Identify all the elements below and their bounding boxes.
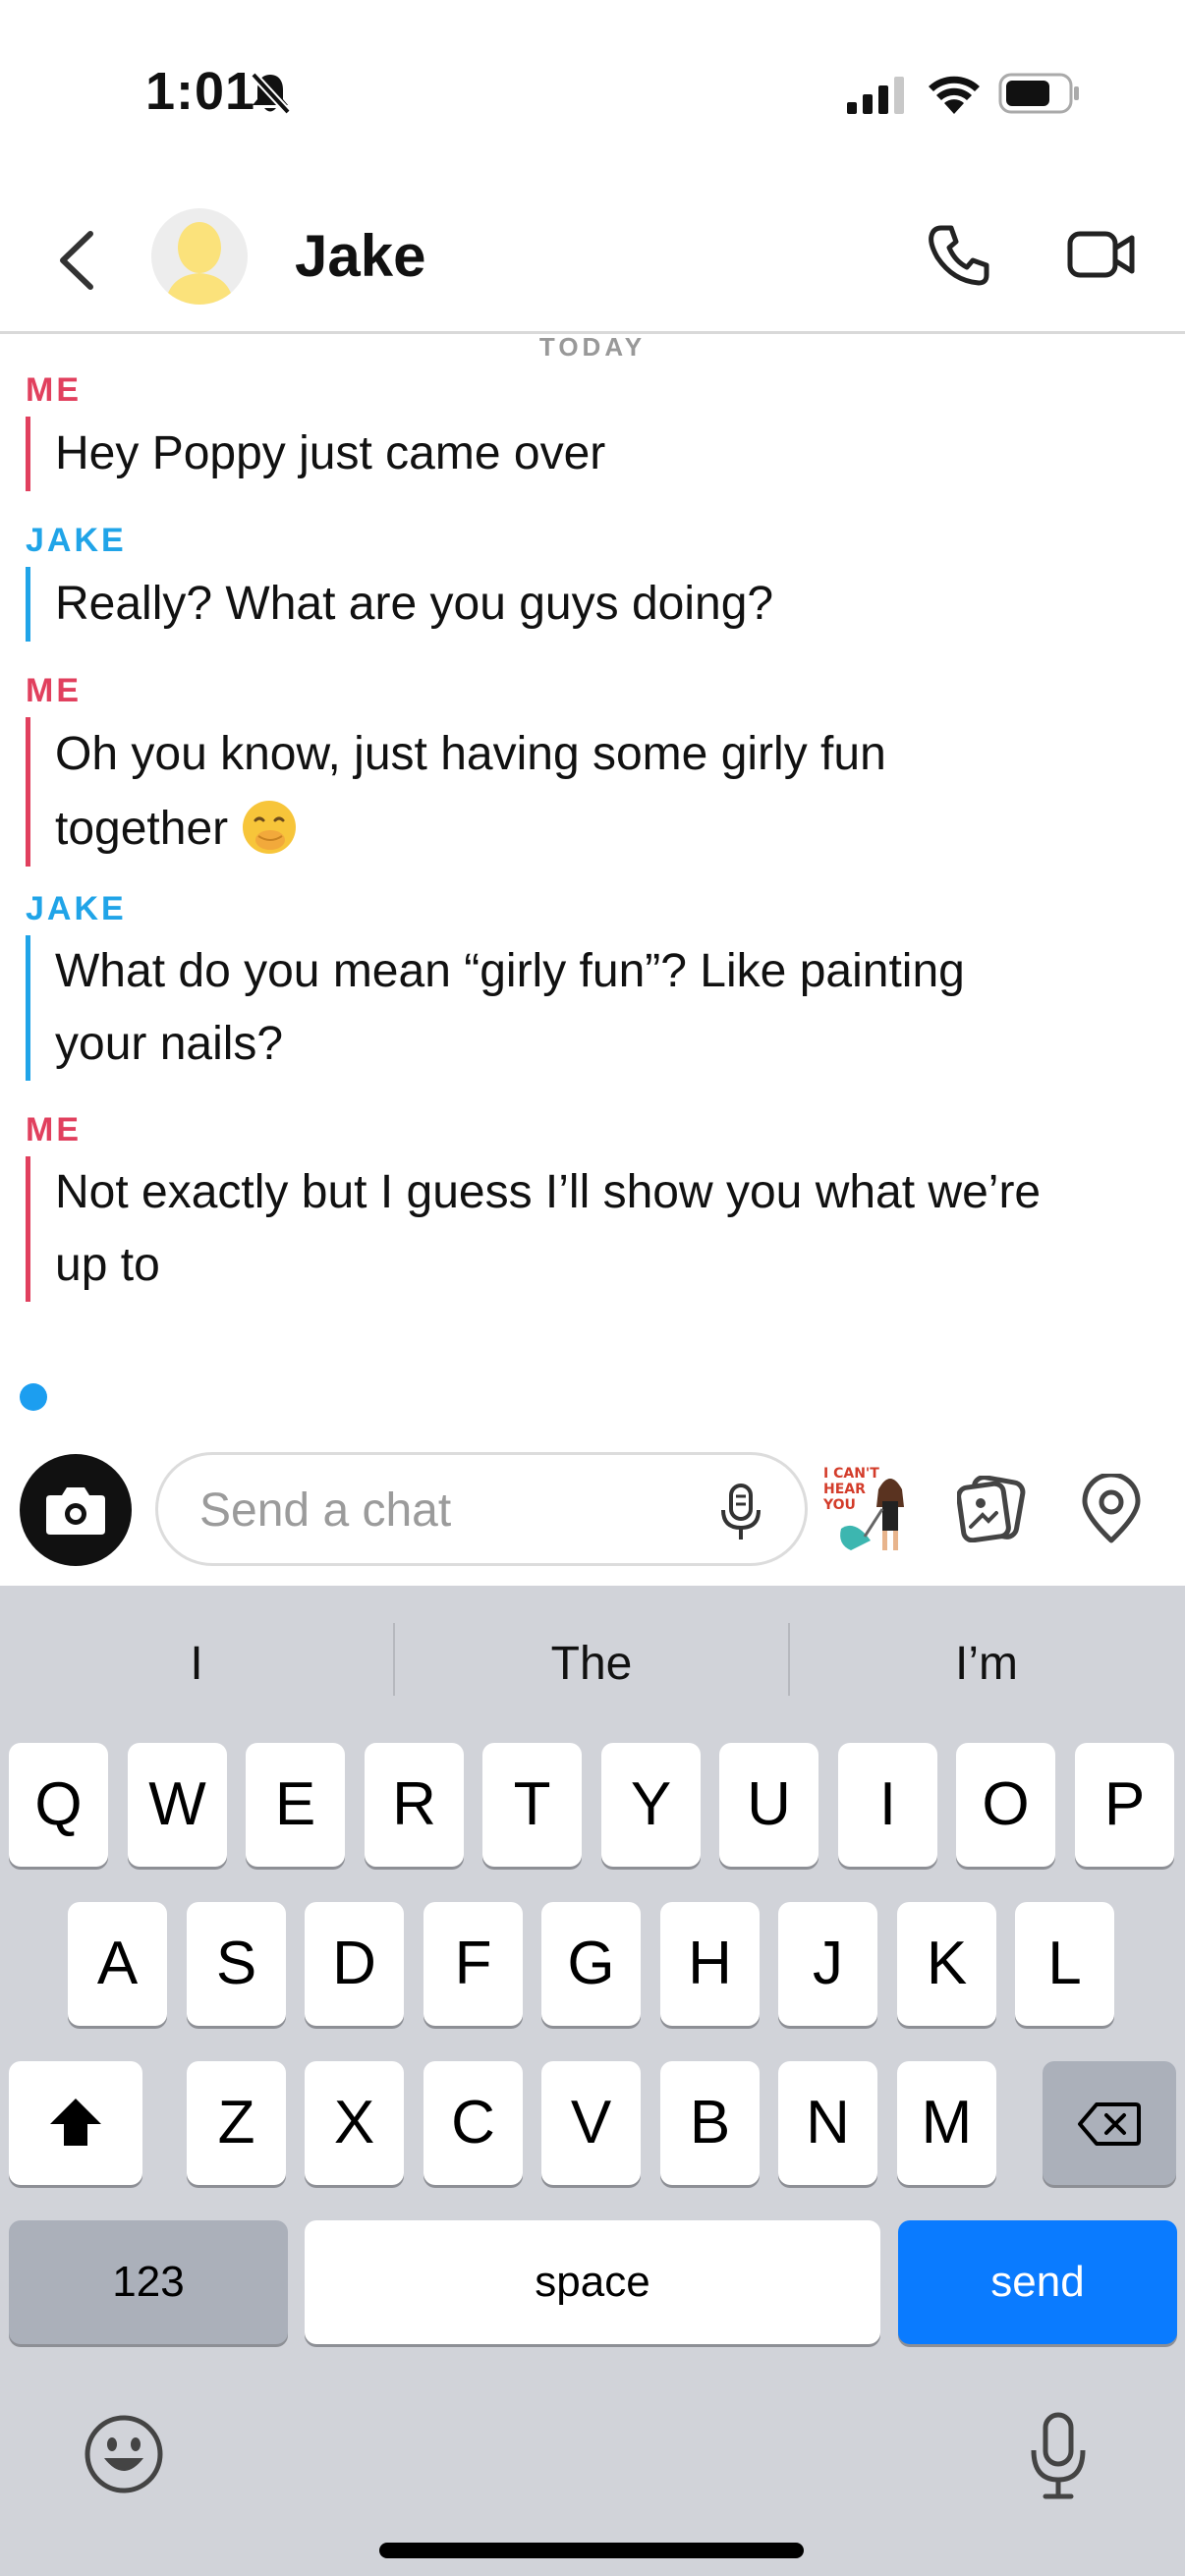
- message-line: your nails?: [55, 1018, 284, 1070]
- key-e[interactable]: E: [246, 1743, 345, 1867]
- video-camera-icon[interactable]: [1067, 226, 1136, 286]
- backspace-icon: [1077, 2094, 1142, 2161]
- face-with-hand-over-mouth-emoji: [241, 799, 298, 856]
- wifi-icon: [928, 73, 981, 119]
- key-t[interactable]: T: [482, 1743, 582, 1867]
- message-line: Hey Poppy just came over: [55, 427, 606, 479]
- back-chevron-icon[interactable]: [49, 224, 108, 297]
- key-g[interactable]: G: [541, 1902, 641, 2026]
- message-text[interactable]: Oh you know, just having some girly fun …: [26, 717, 1165, 867]
- message-text[interactable]: Hey Poppy just came over: [26, 417, 1165, 491]
- message-text[interactable]: What do you mean “girly fun”? Like paint…: [26, 935, 1165, 1081]
- key-o[interactable]: O: [956, 1743, 1055, 1867]
- battery-icon: [998, 73, 1081, 119]
- typing-indicator: [20, 1383, 47, 1411]
- status-bar: 1:01: [0, 0, 1185, 187]
- message-text[interactable]: Not exactly but I guess I’ll show you wh…: [26, 1156, 1165, 1302]
- delete-key[interactable]: [1043, 2061, 1176, 2185]
- message-line: together: [55, 803, 229, 855]
- emoji-keyboard-icon[interactable]: [83, 2413, 165, 2500]
- message-line: up to: [55, 1239, 160, 1291]
- svg-text:YOU: YOU: [822, 1497, 856, 1513]
- sender-label: ME: [26, 1111, 82, 1148]
- bell-slash-icon: [250, 71, 291, 121]
- suggestion-item[interactable]: I’m: [790, 1625, 1183, 1704]
- message-line: What do you mean “girly fun”? Like paint…: [55, 945, 965, 997]
- compose-bar: I CAN'T HEAR YOU: [0, 1430, 1185, 1586]
- key-z[interactable]: Z: [187, 2061, 286, 2185]
- sender-label: ME: [26, 672, 82, 709]
- message: ME Not exactly but I guess I’ll show you…: [26, 1111, 1165, 1302]
- svg-text:I CAN'T: I CAN'T: [823, 1466, 879, 1482]
- key-h[interactable]: H: [660, 1902, 760, 2026]
- svg-text:HEAR: HEAR: [823, 1482, 866, 1497]
- message: ME Hey Poppy just came over: [26, 371, 1165, 491]
- chat-header: Jake: [0, 187, 1185, 334]
- sender-label: JAKE: [26, 890, 127, 927]
- key-x[interactable]: X: [305, 2061, 404, 2185]
- chat-input-field[interactable]: [155, 1452, 808, 1566]
- key-q[interactable]: Q: [9, 1743, 108, 1867]
- key-p[interactable]: P: [1075, 1743, 1174, 1867]
- home-indicator: [379, 2543, 804, 2558]
- key-i[interactable]: I: [838, 1743, 937, 1867]
- chat-input[interactable]: [199, 1481, 710, 1540]
- dictation-microphone-icon[interactable]: [1026, 2411, 1091, 2506]
- keyboard: I The I’m Q W E R T Y U I O P A S D F G …: [0, 1586, 1185, 2576]
- phone-icon[interactable]: [928, 222, 992, 292]
- send-key[interactable]: send: [898, 2220, 1177, 2344]
- key-b[interactable]: B: [660, 2061, 760, 2185]
- cellular-signal-icon: [847, 77, 906, 119]
- key-d[interactable]: D: [305, 1902, 404, 2026]
- key-a[interactable]: A: [68, 1902, 167, 2026]
- memories-icon[interactable]: [956, 1475, 1026, 1547]
- numbers-key[interactable]: 123: [9, 2220, 288, 2344]
- suggestion-item[interactable]: The: [395, 1625, 788, 1704]
- key-u[interactable]: U: [719, 1743, 818, 1867]
- shift-icon: [46, 2096, 105, 2163]
- shift-key[interactable]: [9, 2061, 142, 2185]
- sender-label: ME: [26, 371, 82, 409]
- contact-name[interactable]: Jake: [295, 222, 425, 290]
- camera-icon: [44, 1484, 107, 1541]
- message-line: Really? What are you guys doing?: [55, 578, 774, 630]
- key-k[interactable]: K: [897, 1902, 996, 2026]
- message: JAKE Really? What are you guys doing?: [26, 522, 1165, 642]
- message-text[interactable]: Really? What are you guys doing?: [26, 567, 1165, 642]
- avatar[interactable]: [151, 208, 248, 305]
- key-w[interactable]: W: [128, 1743, 227, 1867]
- key-f[interactable]: F: [423, 1902, 523, 2026]
- key-c[interactable]: C: [423, 2061, 523, 2185]
- camera-button[interactable]: [20, 1454, 132, 1566]
- space-key[interactable]: space: [305, 2220, 880, 2344]
- microphone-icon[interactable]: [716, 1483, 765, 1548]
- day-divider: TODAY: [538, 332, 647, 362]
- message-line: Oh you know, just having some girly fun: [55, 728, 886, 780]
- key-s[interactable]: S: [187, 1902, 286, 2026]
- message: JAKE What do you mean “girly fun”? Like …: [26, 890, 1165, 1081]
- suggestion-bar: I The I’m: [0, 1586, 1185, 1739]
- key-r[interactable]: R: [365, 1743, 464, 1867]
- status-time: 1:01: [145, 62, 256, 121]
- message-line: Not exactly but I guess I’ll show you wh…: [55, 1166, 1042, 1218]
- key-y[interactable]: Y: [601, 1743, 701, 1867]
- key-l[interactable]: L: [1015, 1902, 1114, 2026]
- key-n[interactable]: N: [778, 2061, 877, 2185]
- key-m[interactable]: M: [897, 2061, 996, 2185]
- suggestion-item[interactable]: I: [0, 1625, 393, 1704]
- message: ME Oh you know, just having some girly f…: [26, 672, 1165, 867]
- sender-label: JAKE: [26, 522, 127, 559]
- location-pin-icon[interactable]: [1079, 1472, 1144, 1549]
- key-v[interactable]: V: [541, 2061, 641, 2185]
- key-j[interactable]: J: [778, 1902, 877, 2026]
- bitmoji-sticker[interactable]: I CAN'T HEAR YOU: [821, 1460, 914, 1554]
